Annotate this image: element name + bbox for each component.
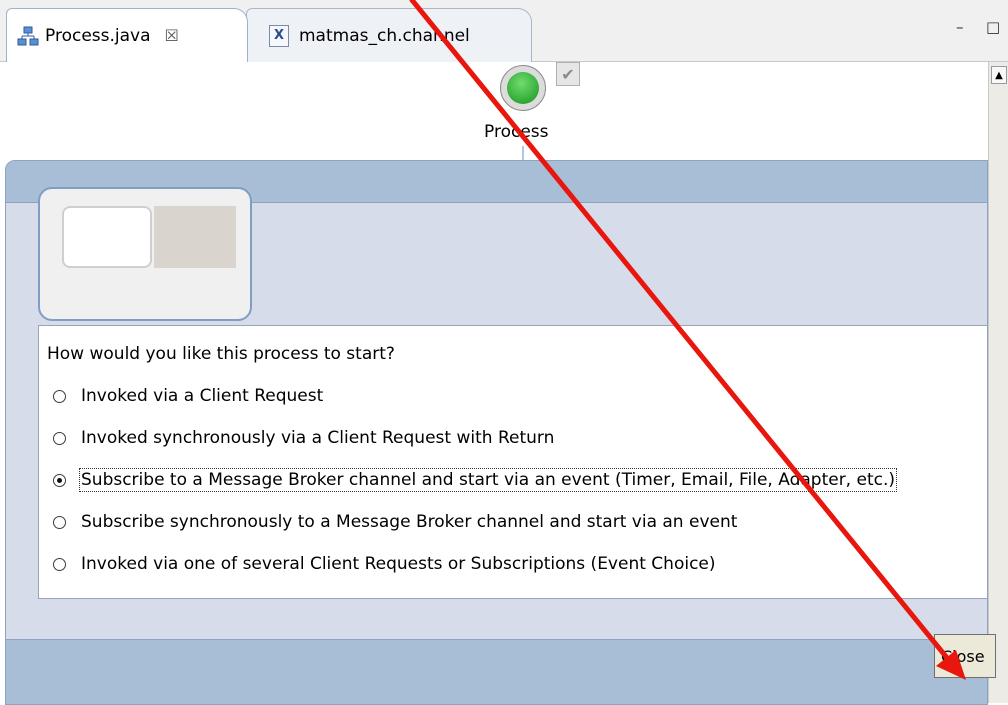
- process-node-label: Process: [484, 122, 549, 142]
- preview-grey-box: [154, 206, 236, 268]
- tab-matmas-channel[interactable]: X matmas_ch.channel: [246, 8, 532, 62]
- close-button[interactable]: Close: [934, 634, 996, 678]
- start-type-panel: How would you like this process to start…: [5, 160, 988, 705]
- xml-file-icon: X: [269, 24, 289, 47]
- tab-label: matmas_ch.channel: [299, 25, 470, 46]
- option-label: Subscribe synchronously to a Message Bro…: [81, 512, 738, 532]
- preview-white-box: [62, 206, 152, 268]
- panel-footer: [6, 639, 987, 704]
- editor-tab-bar: Process.java ☒ X matmas_ch.channel – □: [0, 0, 1008, 62]
- option-event-choice[interactable]: Invoked via one of several Client Reques…: [53, 554, 716, 574]
- option-subscribe-sync[interactable]: Subscribe synchronously to a Message Bro…: [53, 512, 737, 532]
- maximize-icon[interactable]: □: [986, 18, 1000, 36]
- start-options-group: How would you like this process to start…: [38, 325, 987, 599]
- tab-label: Process.java: [45, 25, 151, 46]
- preview-card: [38, 187, 252, 321]
- radio-button[interactable]: [53, 389, 66, 403]
- option-client-request[interactable]: Invoked via a Client Request: [53, 386, 323, 406]
- radio-button[interactable]: [53, 431, 66, 445]
- close-tab-icon[interactable]: ☒: [165, 26, 179, 45]
- option-label: Invoked synchronously via a Client Reque…: [81, 428, 555, 448]
- scroll-up-arrow-icon[interactable]: ▲: [991, 66, 1007, 84]
- tab-process-java[interactable]: Process.java ☒: [6, 8, 248, 62]
- checkmark-icon[interactable]: ✔: [556, 62, 580, 86]
- option-client-request-return[interactable]: Invoked synchronously via a Client Reque…: [53, 428, 554, 448]
- radio-button[interactable]: [53, 557, 66, 571]
- option-label: Invoked via one of several Client Reques…: [81, 554, 716, 574]
- start-question: How would you like this process to start…: [47, 344, 395, 364]
- option-label: Invoked via a Client Request: [81, 386, 324, 406]
- vertical-scrollbar[interactable]: ▲: [988, 62, 1008, 703]
- start-node-icon[interactable]: [500, 65, 546, 111]
- minimize-icon[interactable]: –: [956, 18, 964, 36]
- process-diagram-icon: [17, 25, 39, 47]
- option-subscribe-event[interactable]: Subscribe to a Message Broker channel an…: [53, 468, 897, 492]
- radio-button-selected[interactable]: [53, 473, 66, 487]
- radio-button[interactable]: [53, 515, 66, 529]
- option-label: Subscribe to a Message Broker channel an…: [79, 468, 897, 492]
